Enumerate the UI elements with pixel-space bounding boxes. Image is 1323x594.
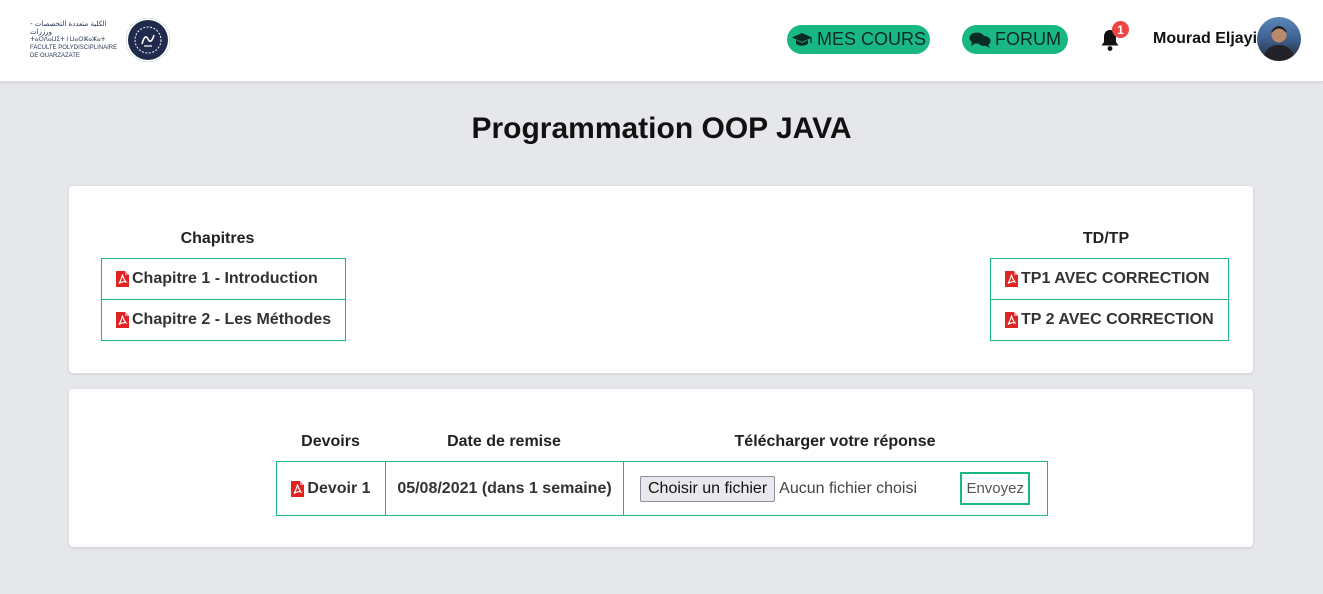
chapters-heading: Chapitres — [180, 230, 255, 247]
tdtp-row: TP 2 AVEC CORRECTION — [990, 299, 1229, 341]
chapter-row: Chapitre 1 - Introduction — [100, 258, 347, 300]
chapter-row: Chapitre 2 - Les Méthodes — [100, 299, 347, 341]
chapter-link[interactable]: Chapitre 2 - Les Méthodes — [116, 311, 331, 329]
pdf-icon — [1005, 271, 1018, 287]
assignment-name: Devoir 1 — [307, 479, 371, 497]
chapters-table: Chapitre 1 - Introduction Chapitre 2 - L… — [100, 258, 347, 341]
comments-icon — [969, 32, 991, 48]
tdtp-table: TP1 AVEC CORRECTION TP 2 AVEC CORRECTION — [990, 258, 1229, 341]
assignment-row: Devoir 1 05/08/2021 (dans 1 semaine) Cho… — [276, 461, 1048, 516]
upload-header: Télécharger votre réponse — [734, 433, 936, 450]
user-name[interactable]: Mourad Eljayi — [1153, 30, 1257, 48]
pdf-icon — [291, 480, 305, 497]
assignment-name-cell: Devoir 1 — [276, 461, 386, 516]
due-date-cell: 05/08/2021 (dans 1 semaine) — [385, 461, 624, 516]
graduation-cap-icon — [791, 32, 812, 46]
tdtp-link[interactable]: TP1 AVEC CORRECTION — [1005, 270, 1214, 288]
tdtp-link[interactable]: TP 2 AVEC CORRECTION — [1005, 311, 1214, 329]
chapter-label: Chapitre 1 - Introduction — [132, 270, 318, 287]
assignments-card: Devoirs Date de remise Télécharger votre… — [69, 389, 1253, 547]
chapter-cell: Chapitre 1 - Introduction — [100, 258, 347, 300]
tdtp-cell: TP 2 AVEC CORRECTION — [990, 299, 1229, 341]
course-title: Programmation OOP JAVA — [471, 112, 852, 145]
tdtp-label: TP 2 AVEC CORRECTION — [1021, 311, 1214, 328]
tdtp-label: TP1 AVEC CORRECTION — [1021, 270, 1210, 287]
pdf-icon — [116, 312, 129, 328]
forum-button[interactable]: FORUM — [962, 25, 1068, 54]
user-avatar[interactable] — [1257, 17, 1301, 61]
chapter-label: Chapitre 2 - Les Méthodes — [132, 311, 332, 328]
logo-line-french: FACULTE POLYDISCIPLINAIRE DE OUARZAZATE — [30, 45, 118, 59]
logo-line-tifinagh: ⵜⴰⵙⴷⴰⵡⵉⵜ ⵏ ⵡⴰⵔⵣⴰⵣⴰⵜ — [30, 37, 106, 43]
my-courses-label: MES COURS — [816, 29, 926, 49]
logo-text: الكلية متعددة التخصصات - ورززات ⵜⴰⵙⴷⴰⵡⵉⵜ… — [30, 20, 124, 60]
due-date: 05/08/2021 (dans 1 semaine) — [397, 479, 612, 497]
tdtp-cell: TP1 AVEC CORRECTION — [990, 258, 1229, 300]
choose-file-button[interactable]: Choisir un fichier — [640, 475, 776, 502]
pdf-icon — [116, 271, 129, 287]
faculty-seal-icon — [126, 18, 170, 62]
chapter-link[interactable]: Chapitre 1 - Introduction — [116, 270, 331, 288]
submit-button[interactable]: Envoyez — [960, 472, 1030, 505]
devoirs-header: Devoirs — [301, 433, 360, 450]
course-documents-card: Chapitres Chapitre 1 - Introduction Chap… — [69, 186, 1253, 373]
assignment-link[interactable]: Devoir 1 — [277, 480, 385, 498]
faculty-logo[interactable]: الكلية متعددة التخصصات - ورززات ⵜⴰⵙⴷⴰⵡⵉⵜ… — [30, 18, 170, 62]
logo-line-arabic: الكلية متعددة التخصصات - ورززات — [30, 20, 107, 36]
tdtp-heading: TD/TP — [1082, 230, 1130, 247]
chapter-cell: Chapitre 2 - Les Méthodes — [100, 299, 347, 341]
top-navbar: الكلية متعددة التخصصات - ورززات ⵜⴰⵙⴷⴰⵡⵉⵜ… — [0, 0, 1323, 82]
tdtp-row: TP1 AVEC CORRECTION — [990, 258, 1229, 300]
pdf-icon — [1005, 312, 1018, 328]
my-courses-button[interactable]: MES COURS — [787, 25, 930, 54]
assignments-table: Devoir 1 05/08/2021 (dans 1 semaine) Cho… — [276, 461, 1048, 516]
notification-badge: 1 — [1112, 21, 1129, 38]
forum-label: FORUM — [995, 29, 1061, 49]
due-date-header: Date de remise — [447, 433, 561, 450]
upload-cell: Choisir un fichier Aucun fichier choisi … — [623, 461, 1048, 516]
file-status: Aucun fichier choisi — [779, 479, 917, 497]
